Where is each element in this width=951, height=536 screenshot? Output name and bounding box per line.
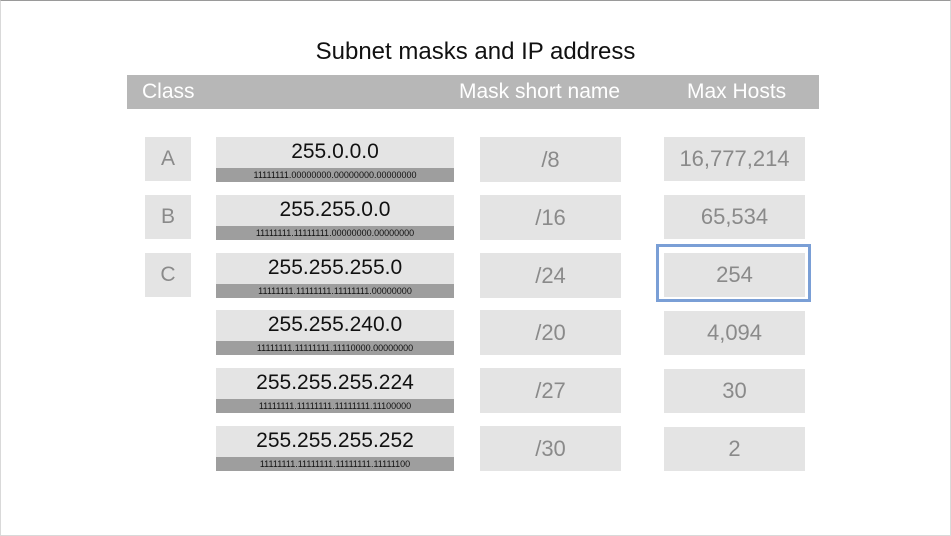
- mask-cell: 255.255.240.0 11111111.11111111.11110000…: [216, 310, 454, 355]
- max-hosts-cell: 30: [664, 369, 805, 413]
- mask-cell: 255.0.0.0 11111111.00000000.00000000.000…: [216, 137, 454, 182]
- mask-binary-value: 11111111.11111111.11111111.00000000: [216, 284, 454, 298]
- mask-short-cell: /8: [480, 137, 621, 182]
- max-hosts-cell: 65,534: [664, 195, 805, 239]
- header-max-hosts: Max Hosts: [687, 80, 787, 103]
- mask-dotted-value: 255.255.0.0: [279, 198, 391, 221]
- mask-short-cell: /24: [480, 253, 621, 298]
- mask-binary-value: 11111111.11111111.11111111.11100000: [216, 399, 454, 413]
- mask-short-cell: /20: [480, 310, 621, 355]
- mask-binary-value: 11111111.11111111.11110000.00000000: [216, 341, 454, 355]
- mask-binary-value: 11111111.11111111.00000000.00000000: [216, 226, 454, 240]
- max-hosts-cell: 4,094: [664, 311, 805, 355]
- mask-binary-value: 11111111.00000000.00000000.00000000: [216, 168, 454, 182]
- mask-dotted-value: 255.255.255.224: [256, 371, 414, 394]
- table-header: Class Mask short name Max Hosts: [127, 75, 819, 109]
- mask-cell: 255.255.0.0 11111111.11111111.00000000.0…: [216, 195, 454, 240]
- header-class: Class: [142, 80, 195, 103]
- mask-cell: 255.255.255.252 11111111.11111111.111111…: [216, 426, 454, 471]
- mask-dotted-value: 255.0.0.0: [291, 140, 379, 163]
- class-cell-c: C: [145, 253, 191, 297]
- mask-short-cell: /30: [480, 426, 621, 471]
- max-hosts-cell: 16,777,214: [664, 137, 805, 181]
- class-cell-a: A: [145, 137, 191, 181]
- mask-short-cell: /16: [480, 195, 621, 240]
- slide-title: Subnet masks and IP address: [315, 38, 636, 65]
- mask-dotted-value: 255.255.240.0: [267, 313, 403, 336]
- header-mask-short-name: Mask short name: [459, 80, 621, 103]
- class-cell-b: B: [145, 195, 191, 239]
- mask-cell: 255.255.255.224 11111111.11111111.111111…: [216, 368, 454, 413]
- max-hosts-cell: 2: [664, 427, 805, 471]
- mask-binary-value: 11111111.11111111.11111111.11111100: [216, 457, 454, 471]
- mask-cell: 255.255.255.0 11111111.11111111.11111111…: [216, 253, 454, 298]
- mask-dotted-value: 255.255.255.252: [256, 429, 414, 452]
- mask-short-cell: /27: [480, 368, 621, 413]
- highlight-box: [656, 244, 811, 302]
- mask-dotted-value: 255.255.255.0: [267, 256, 403, 279]
